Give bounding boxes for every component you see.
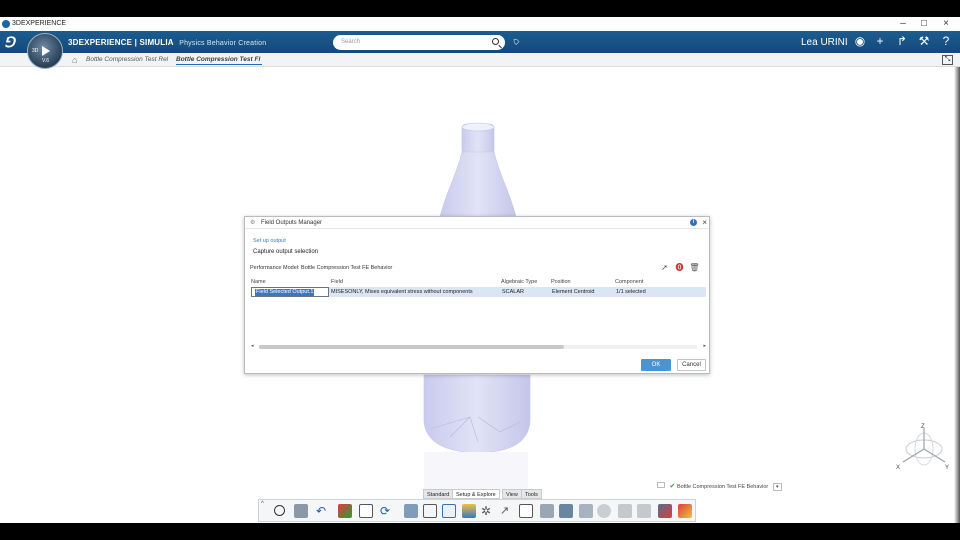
ds-logo-icon: ⅁ [4, 34, 15, 50]
dialog-title-bar[interactable]: ⚙ Field Outputs Manager i × [245, 217, 709, 229]
zoom-icon[interactable] [274, 505, 285, 516]
tree-icon[interactable] [657, 482, 665, 488]
close-icon[interactable]: × [702, 218, 707, 227]
assembly-icon[interactable] [559, 504, 573, 518]
user-name[interactable]: Lea URINI [801, 37, 848, 48]
col-header-component: Component [615, 279, 644, 285]
settings-icon[interactable] [423, 504, 437, 518]
compass-triad[interactable]: Z X Y [895, 420, 953, 472]
tab-standard[interactable]: Standard [423, 489, 454, 499]
minimize-button[interactable]: – [896, 18, 910, 30]
delete-icon[interactable]: 🗑 [689, 262, 700, 273]
triad-x-label: X [896, 465, 900, 471]
bottom-strip [0, 523, 960, 540]
share-icon[interactable]: ↱ [895, 34, 909, 48]
add-icon[interactable]: + [873, 34, 887, 48]
play-icon [42, 46, 50, 56]
disabled-tool-2-icon[interactable] [637, 504, 651, 518]
close-window-button[interactable]: × [939, 18, 953, 30]
app-name: Physics Behavior Creation [179, 40, 267, 47]
performance-model-label: Performance Model: Bottle Compression Te… [250, 265, 393, 271]
maximize-button[interactable]: □ [917, 18, 931, 30]
table-row[interactable]: Field Selected Output.1 MISESONLY, Mises… [251, 287, 706, 297]
field-outputs-dialog: ⚙ Field Outputs Manager i × Set up outpu… [244, 216, 710, 374]
disabled-tool-icon[interactable] [618, 504, 632, 518]
scroll-right-icon[interactable]: ▸ [703, 343, 706, 349]
search-placeholder: Search [341, 39, 361, 45]
compass-3d-label: 3D [32, 48, 39, 54]
window-title: 3DEXPERIENCE [12, 20, 67, 27]
info-icon[interactable]: i [690, 219, 697, 226]
spark-icon[interactable]: ✲ [481, 504, 495, 518]
undo-icon[interactable]: ↶ [316, 504, 330, 518]
scroll-thumb[interactable] [259, 345, 564, 349]
help-icon[interactable]: ? [939, 34, 953, 48]
simulate-icon[interactable] [658, 504, 672, 518]
triad-z-label: Z [921, 424, 925, 430]
book-icon[interactable] [294, 504, 308, 518]
chevron-down-icon[interactable]: ▾ [772, 483, 782, 491]
table-icon[interactable] [442, 504, 456, 518]
app-logo-icon [2, 20, 10, 28]
mesh-icon[interactable] [404, 504, 418, 518]
scroll-left-icon[interactable]: ◂ [251, 343, 254, 349]
frame-icon[interactable] [519, 504, 533, 518]
search-icon[interactable] [492, 38, 499, 45]
dialog-title: Field Outputs Manager [261, 220, 323, 226]
field-value[interactable]: MISESONLY, Mises equivalent stress witho… [331, 289, 473, 295]
plot-icon[interactable]: ↗ [500, 504, 514, 518]
link-icon[interactable] [579, 504, 593, 518]
brand-label: 3DEXPERIENCE | SIMULIA [68, 38, 174, 47]
tab-setup-explore[interactable]: Setup & Explore [452, 489, 500, 499]
col-header-field: Field [331, 279, 343, 285]
status-object-label: Bottle Compression Test FE Behavior [676, 484, 769, 490]
compass-icon[interactable]: 3D V.6 [27, 33, 63, 69]
globe-icon[interactable] [597, 504, 611, 518]
check-icon: ✔ [669, 483, 676, 490]
field-output-icon[interactable] [462, 504, 476, 518]
breadcrumb-item-active[interactable]: Bottle Compression Test Fl [176, 56, 262, 65]
screen: 3DEXPERIENCE – □ × ⅁ 3DEXPERIENCE | SIMU… [0, 0, 960, 540]
connector-icon[interactable] [540, 504, 554, 518]
collapse-icon[interactable]: ^ [261, 501, 267, 515]
position-value[interactable]: Element Centroid [552, 289, 595, 295]
list-icon[interactable] [359, 504, 373, 518]
col-header-position: Position [551, 279, 571, 285]
tab-tools[interactable]: Tools [521, 489, 542, 499]
dialog-icon: ⚙ [250, 220, 256, 226]
cancel-button[interactable]: Cancel [677, 359, 706, 371]
action-bar: ^ ↶ ⟳ ✲ ↗ [258, 499, 696, 522]
name-value[interactable]: Field Selected Output.1 [255, 289, 315, 296]
viewport-edge [954, 67, 960, 523]
horizontal-scrollbar[interactable]: ◂ ▸ [251, 343, 706, 350]
status-object[interactable]: ✔ Bottle Compression Test FE Behavior ▾ [657, 482, 782, 491]
model-icon[interactable] [338, 504, 352, 518]
tools-icon[interactable]: ⚒ [917, 34, 931, 48]
component-value[interactable]: 1/1 selected [616, 289, 646, 295]
stop-icon[interactable]: ⓿ [674, 262, 685, 273]
triad-y-label: Y [945, 465, 949, 471]
window-title-bar: 3DEXPERIENCE – □ × [0, 17, 960, 31]
fit-screen-icon[interactable]: ⤡ [942, 55, 953, 65]
breadcrumb: ⌂ Bottle Compression Test Rel Bottle Com… [0, 53, 960, 67]
col-header-name: Name [251, 279, 266, 285]
setup-output-link[interactable]: Set up output [253, 238, 286, 244]
compass-version: V.6 [42, 58, 50, 64]
algebraic-type-value[interactable]: SCALAR [502, 289, 524, 295]
breadcrumb-item[interactable]: Bottle Compression Test Rel [86, 56, 172, 63]
app-brand: 3DEXPERIENCE | SIMULIA Physics Behavior … [68, 38, 266, 47]
add-output-icon[interactable]: ➚ [659, 262, 670, 273]
tab-view[interactable]: View [502, 489, 522, 499]
user-avatar-icon[interactable]: ◉ [853, 34, 867, 48]
search-input[interactable]: Search [333, 35, 505, 50]
refresh-icon[interactable]: ⟳ [380, 504, 394, 518]
col-header-algebraic-type: Algebraic Type [501, 279, 538, 285]
dialog-subtitle: Capture output selection [253, 249, 319, 255]
home-icon[interactable]: ⌂ [72, 55, 77, 65]
results-icon[interactable] [678, 504, 692, 518]
ok-button[interactable]: OK [641, 359, 671, 371]
name-edit-field[interactable]: Field Selected Output.1 [251, 287, 329, 297]
